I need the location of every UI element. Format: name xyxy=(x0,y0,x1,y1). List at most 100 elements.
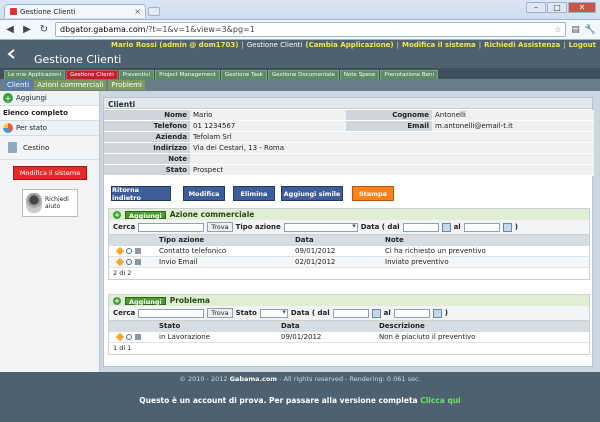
trash-icon[interactable] xyxy=(135,259,141,265)
magnifier-icon[interactable] xyxy=(126,248,132,254)
delete-button[interactable]: Elimina xyxy=(233,186,275,201)
help-line-2: aiuto xyxy=(45,203,61,210)
trial-notice: Questo è un account di prova. Per passar… xyxy=(0,396,600,405)
main-panel: Clienti Nome Mario Cognome Antonelli Tel… xyxy=(103,97,594,367)
help-label: Richiedi aiuto xyxy=(45,196,69,210)
maximize-icon[interactable]: □ xyxy=(547,2,567,13)
upgrade-link[interactable]: Clicca qui xyxy=(420,396,461,405)
favicon-icon xyxy=(10,8,17,15)
state-select[interactable] xyxy=(259,308,288,318)
actions-col xyxy=(109,321,159,332)
add-icon: + xyxy=(113,210,121,219)
calendar-icon[interactable] xyxy=(432,308,442,318)
label-note: Note xyxy=(104,154,190,164)
search-input[interactable] xyxy=(138,308,205,318)
date-from-input[interactable] xyxy=(332,308,369,318)
modify-system-link[interactable]: Modifica il sistema xyxy=(402,41,476,49)
problems-panel: + Aggiungi Problema Cerca Trova Stato Da… xyxy=(108,294,590,355)
module-tab-tasks[interactable]: Gestione Task xyxy=(220,70,267,79)
subtab-clients[interactable]: Clienti xyxy=(4,80,33,90)
minimize-icon[interactable]: – xyxy=(526,2,546,13)
add-commercial-button[interactable]: Aggiungi xyxy=(125,210,166,220)
date-to-input[interactable] xyxy=(463,222,500,232)
date-to-label: al xyxy=(383,309,391,317)
module-tab-my-apps[interactable]: Le mie Applicazioni xyxy=(4,70,66,79)
sidebar-item-full-list[interactable]: Elenco completo xyxy=(0,106,99,121)
modify-system-button[interactable]: Modifica il sistema xyxy=(13,166,87,180)
calendar-icon[interactable] xyxy=(441,222,451,232)
help-request-link[interactable]: Richiedi Assistenza xyxy=(484,41,560,49)
date-from-label: Data ( dal xyxy=(360,223,400,231)
add-icon: + xyxy=(3,93,13,103)
column-header[interactable]: Data xyxy=(295,235,385,246)
search-input[interactable] xyxy=(138,222,205,232)
subtab-problems[interactable]: Problemi xyxy=(108,80,145,90)
value-cognome: Antonelli xyxy=(432,110,594,120)
type-select[interactable] xyxy=(283,222,358,232)
help-button[interactable]: Richiedi aiuto xyxy=(22,189,78,217)
edit-button[interactable]: Modifica xyxy=(183,186,225,201)
trash-icon xyxy=(8,142,17,153)
column-header[interactable]: Note xyxy=(385,235,404,246)
table-header: Stato Data Descrizione xyxy=(109,321,589,332)
module-tab-quotes[interactable]: Preventivi xyxy=(118,70,155,79)
module-tab-documents[interactable]: Gestione Documentale xyxy=(267,70,339,79)
sidebar-item-label: Cestino xyxy=(23,143,50,152)
cell-tipo: Invio Email xyxy=(159,258,198,266)
calendar-icon[interactable] xyxy=(502,222,512,232)
module-tab-projects[interactable]: Project Management xyxy=(155,70,220,79)
detail-row: Nome Mario Cognome Antonelli xyxy=(104,110,594,121)
find-button[interactable]: Trova xyxy=(207,222,233,232)
search-label: Cerca xyxy=(113,309,136,317)
back-button[interactable]: Ritorna indietro xyxy=(111,186,171,202)
label-nome: Nome xyxy=(104,110,190,120)
page-title: Gestione Clienti xyxy=(34,53,122,66)
change-app-link[interactable]: (Cambia Applicazione) xyxy=(305,41,393,49)
find-button[interactable]: Trova xyxy=(207,308,233,318)
edit-icon[interactable] xyxy=(115,257,125,267)
calendar-icon[interactable] xyxy=(371,308,381,318)
module-tab-expenses[interactable]: Note Spese xyxy=(339,70,380,79)
sidebar-item-label: Aggiungi xyxy=(16,94,47,102)
add-problem-button[interactable]: Aggiungi xyxy=(125,296,166,306)
trash-icon[interactable] xyxy=(135,248,141,254)
add-similar-button[interactable]: Aggiungi simile xyxy=(281,186,343,201)
bookmark-star-icon[interactable]: ☆ xyxy=(554,25,561,34)
back-arrow-icon[interactable]: ◀ xyxy=(4,24,16,35)
wrench-icon[interactable]: 🔧 xyxy=(585,25,596,35)
column-header[interactable]: Tipo azione xyxy=(159,235,295,246)
forward-arrow-icon[interactable]: ▶ xyxy=(21,24,33,35)
date-to-input[interactable] xyxy=(393,308,430,318)
page-menu-icon[interactable]: ▤ xyxy=(571,25,580,35)
close-paren: ) xyxy=(444,309,448,317)
commercial-actions-panel: + Aggiungi Azione commerciale Cerca Trov… xyxy=(108,208,590,280)
back-home-icon[interactable] xyxy=(6,49,16,59)
tab-close-icon[interactable]: × xyxy=(134,7,141,16)
window-controls: – □ ✕ xyxy=(526,2,596,13)
new-tab-button[interactable] xyxy=(148,7,160,16)
module-tab-bookings[interactable]: Prenotazione Beni xyxy=(380,70,439,79)
module-tab-clients[interactable]: Gestione Clienti xyxy=(66,70,118,79)
sidebar-item-by-state[interactable]: Per stato xyxy=(0,121,99,136)
column-header[interactable]: Descrizione xyxy=(379,321,425,332)
address-bar[interactable]: dbgator.gabama.com /?t=1&v=1&view=3&pg=1… xyxy=(55,22,567,37)
row-actions xyxy=(109,246,159,256)
copyright-brand[interactable]: Gabama.com xyxy=(230,375,277,383)
edit-icon[interactable] xyxy=(115,332,125,342)
browser-tab[interactable]: Gestione Clienti × xyxy=(4,4,146,18)
sidebar-item-add[interactable]: + Aggiungi xyxy=(0,91,99,106)
column-header[interactable]: Stato xyxy=(159,321,281,332)
cell-stato: in Lavorazione xyxy=(159,333,211,341)
print-button[interactable]: Stampa xyxy=(352,186,394,201)
trash-icon[interactable] xyxy=(135,334,141,340)
edit-icon[interactable] xyxy=(115,246,125,256)
reload-icon[interactable]: ↻ xyxy=(38,24,50,35)
window-close-icon[interactable]: ✕ xyxy=(568,2,596,13)
logout-link[interactable]: Logout xyxy=(569,41,596,49)
sidebar-item-trash[interactable]: Cestino xyxy=(0,136,99,160)
magnifier-icon[interactable] xyxy=(126,259,132,265)
subtab-commercial-actions[interactable]: Azioni commerciali xyxy=(34,80,107,90)
magnifier-icon[interactable] xyxy=(126,334,132,340)
column-header[interactable]: Data xyxy=(281,321,379,332)
date-from-input[interactable] xyxy=(402,222,439,232)
